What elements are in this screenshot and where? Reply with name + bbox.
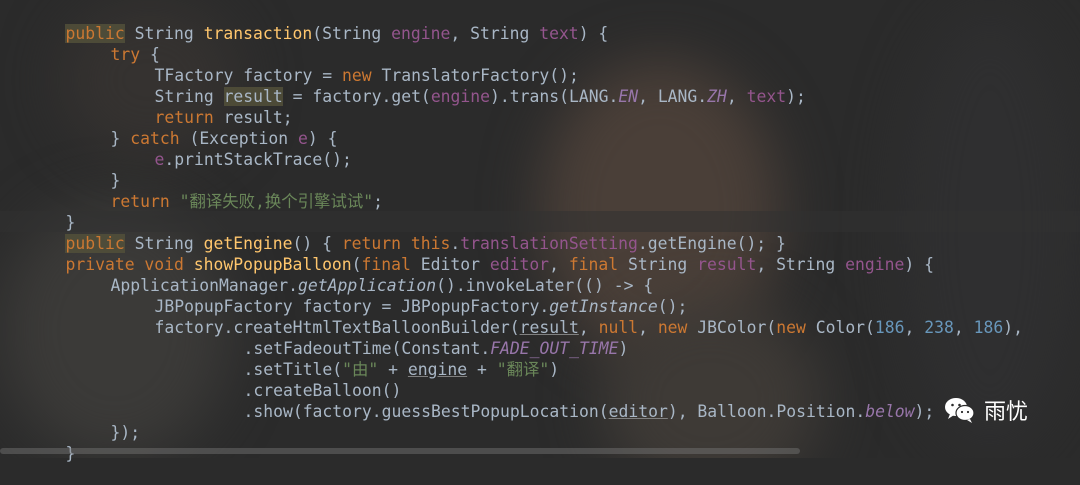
code-line-1: public String transaction(String engine,… — [26, 2, 608, 43]
code-line-15: factory.createHtmlTextBalloonBuilder(res… — [115, 296, 1023, 337]
token: ), — [1003, 318, 1023, 337]
token: engine — [430, 87, 491, 106]
token: engine — [845, 255, 905, 274]
code-line-2: try { — [71, 23, 159, 64]
token: 186 — [874, 318, 905, 337]
code-line-10: } — [26, 191, 75, 232]
token: "翻译" — [496, 360, 550, 379]
token: }); — [110, 423, 141, 442]
code-line-6: } catch (Exception e) { — [71, 107, 337, 148]
token: result — [697, 255, 757, 274]
wechat-icon — [945, 398, 975, 423]
token: text — [539, 24, 579, 43]
token: new — [657, 318, 688, 337]
code-line-7: e.printStackTrace(); — [115, 128, 351, 169]
token: , — [953, 318, 974, 337]
token: (String — [312, 24, 392, 43]
token: ) — [549, 360, 560, 379]
code-line-9: return "翻译失败,换个引擎试试"; — [71, 170, 382, 211]
token: , — [726, 87, 747, 106]
code-line-8: } — [71, 149, 120, 190]
token: engine — [391, 24, 451, 43]
token: new — [776, 318, 806, 337]
code-line-20: }); — [71, 401, 140, 442]
code-line-19: .show(factory.guessBestPopupLocation(edi… — [204, 380, 934, 421]
watermark-text: 雨忧 — [984, 400, 1029, 425]
code-line-12: private void showPopupBalloon(final Edit… — [26, 233, 933, 274]
code-line-11: public String getEngine() { return this.… — [26, 212, 786, 253]
token: , String — [450, 24, 540, 43]
token: ), Balloon.Position. — [667, 402, 866, 421]
token: ); — [786, 87, 806, 106]
token: , — [904, 318, 925, 337]
token: ).trans(LANG. — [490, 87, 619, 106]
token: "翻译失败,换个引擎试试" — [179, 192, 374, 211]
token: e — [154, 150, 165, 169]
token: ) { — [578, 24, 609, 43]
token: ZH — [707, 87, 727, 106]
token: editor — [608, 402, 668, 421]
code-line-21: } — [26, 422, 75, 463]
code-line-16: .setFadeoutTime(Constant.FADE_OUT_TIME) — [204, 317, 628, 358]
code-line-5: return result; — [115, 86, 292, 127]
token: , — [638, 318, 658, 337]
code-line-3: TFactory factory = new TranslatorFactory… — [115, 44, 578, 85]
code-line-17: .setTitle("由" + engine + "翻译") — [204, 338, 559, 379]
code-line-4: String result = factory.get(engine).tran… — [115, 65, 806, 106]
token: below — [865, 402, 915, 421]
token: Color( — [805, 318, 875, 337]
code-line-18: .createBalloon() — [204, 359, 401, 400]
token: .show(factory.guessBestPopupLocation( — [243, 402, 609, 421]
code-line-13: ApplicationManager.getApplication().invo… — [71, 254, 653, 295]
token: .printStackTrace(); — [164, 150, 352, 169]
token: 186 — [973, 318, 1004, 337]
token: ) — [618, 339, 629, 358]
watermark: 雨忧 — [944, 395, 1028, 425]
token: , String — [756, 255, 846, 274]
code-editor[interactable]: public String transaction(String engine,… — [0, 0, 1080, 463]
token: EN — [618, 87, 639, 106]
token: ); — [914, 402, 935, 421]
code-line-14: JBPopupFactory factory = JBPopupFactory.… — [115, 275, 687, 316]
token: engine — [407, 360, 468, 379]
token: JBColor( — [687, 318, 777, 337]
horizontal-scrollbar[interactable] — [0, 448, 800, 454]
token: = factory.get( — [282, 87, 431, 106]
token: ; — [373, 192, 383, 211]
token: transaction — [203, 24, 313, 43]
token: text — [746, 87, 787, 106]
token: return — [110, 192, 170, 211]
token: ) { — [904, 255, 934, 274]
token: 238 — [924, 318, 954, 337]
token: , LANG. — [638, 87, 708, 106]
token: + — [467, 360, 497, 379]
